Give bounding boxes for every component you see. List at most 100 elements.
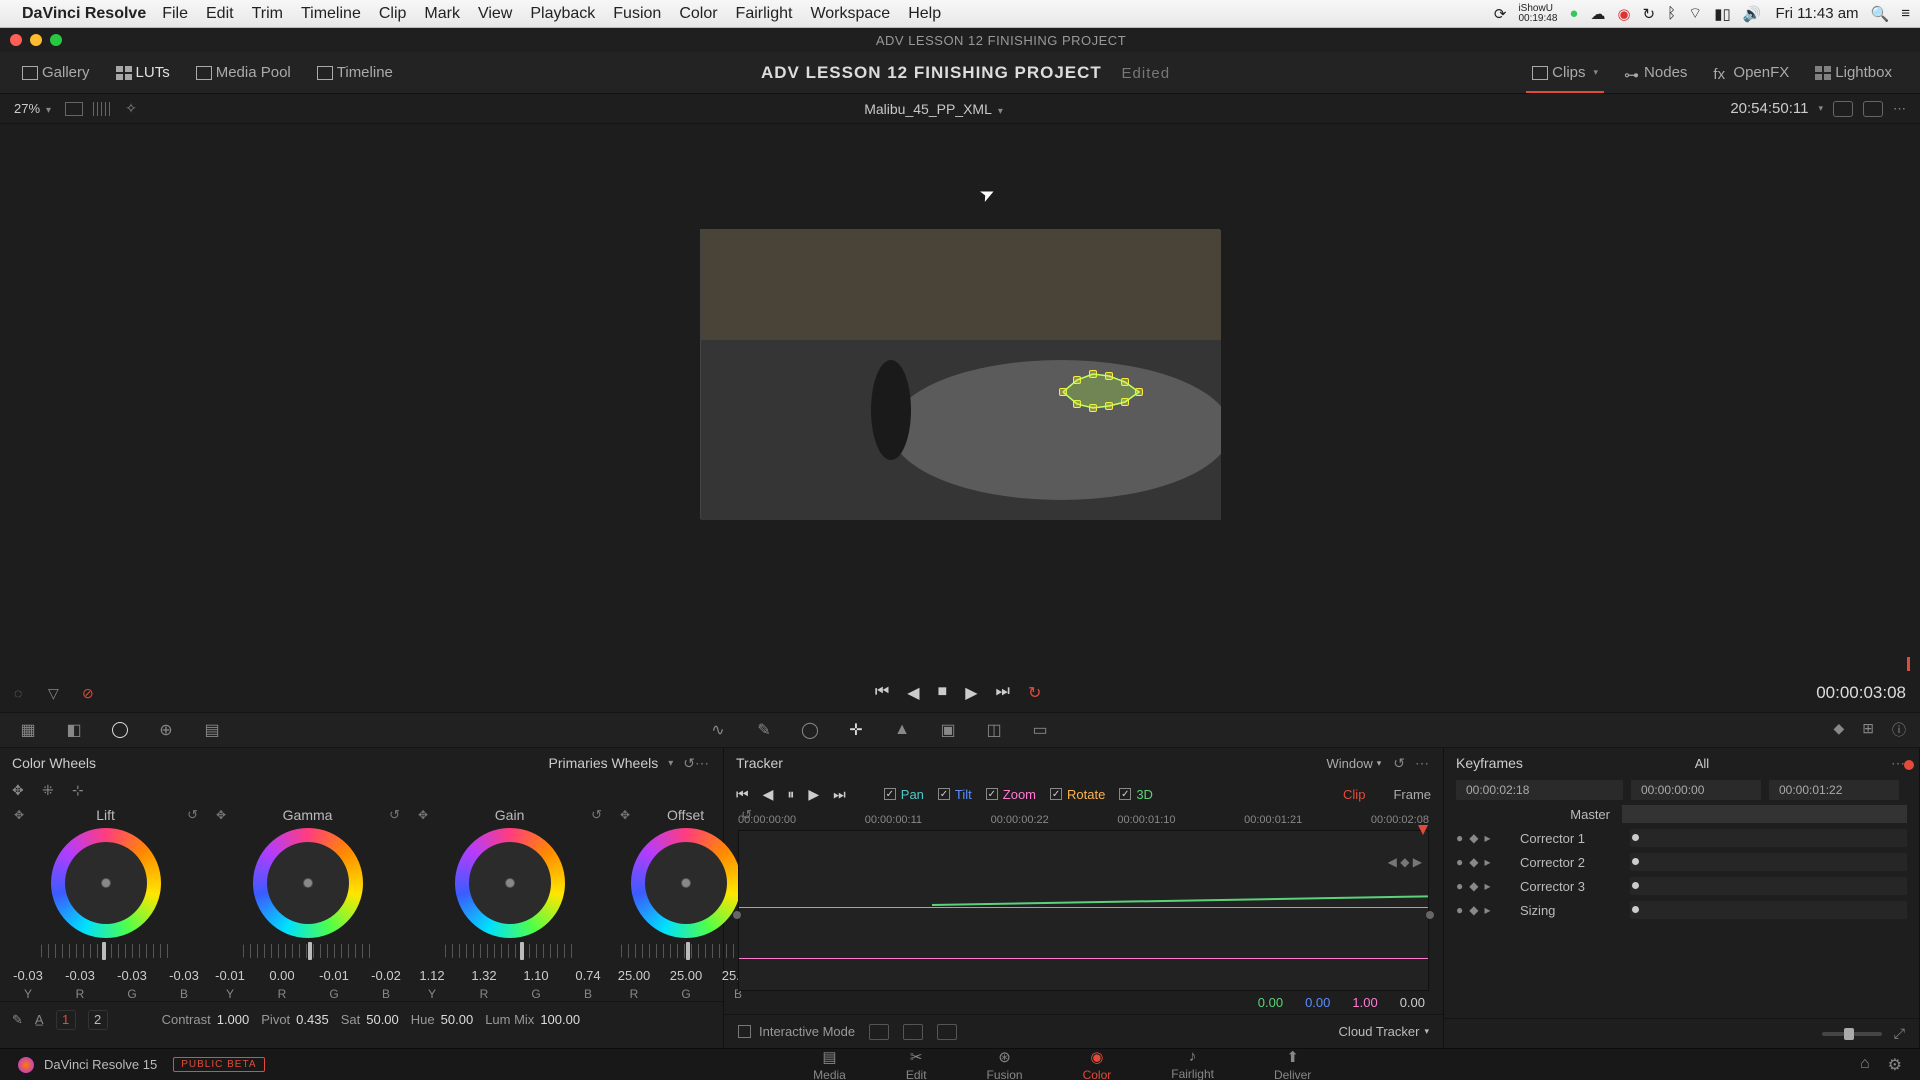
kf-row[interactable]: ●◆▸ Corrector 1 [1444, 826, 1919, 850]
kf-master-track[interactable] [1622, 805, 1907, 823]
kf-disclosure-icon[interactable]: ▸ [1484, 903, 1490, 917]
loop-button[interactable]: ↻ [1028, 683, 1041, 703]
motion-effects-palette-icon[interactable]: ▤ [198, 718, 226, 742]
color-match-palette-icon[interactable]: ◧ [60, 718, 88, 742]
wheel-reset-icon[interactable]: ↺ [591, 807, 602, 823]
split-screen-icon[interactable] [93, 102, 111, 116]
rotate-checkbox[interactable]: ✓Rotate [1050, 787, 1105, 802]
info-icon[interactable]: ⓘ [1892, 720, 1906, 740]
go-last-button[interactable]: ⏭ [996, 683, 1010, 703]
picker-black-icon[interactable]: ✥ [12, 782, 34, 800]
wheels-mode-dropdown[interactable]: Primaries Wheels [549, 755, 659, 771]
record-icon[interactable]: ◉ [1617, 5, 1630, 23]
clipname-dropdown[interactable]: Malibu_45_PP_XML▾ [137, 101, 1731, 117]
wheel-picker-icon[interactable]: ✥ [216, 808, 226, 822]
wifi-icon[interactable]: ⌔ [1688, 4, 1702, 23]
kf-enable-icon[interactable]: ◆ [1469, 831, 1478, 845]
tracker-clip-mode[interactable]: Clip [1343, 787, 1365, 802]
yrgb-readout[interactable]: -0.01Y 0.00R -0.01G -0.02B [210, 968, 406, 1001]
page-fusion[interactable]: ⊛Fusion [987, 1048, 1023, 1080]
track-forward-one-button[interactable]: ⏭ [833, 786, 846, 803]
window-close-button[interactable] [10, 34, 22, 46]
page-color[interactable]: ◉Color [1083, 1048, 1112, 1080]
color-wheel[interactable] [51, 828, 161, 938]
power-window-overlay[interactable] [1059, 370, 1149, 410]
kf-start-tc[interactable]: 00:00:00:00 [1631, 780, 1761, 800]
tracker-type-dropdown[interactable]: Cloud Tracker▾ [1339, 1024, 1429, 1039]
volume-icon[interactable]: 🔊 [1743, 5, 1762, 23]
kf-enable-icon[interactable]: ◆ [1469, 903, 1478, 917]
pick-white-icon[interactable]: A̲ [35, 1012, 44, 1027]
original-gamut-icon[interactable]: ▽ [48, 685, 66, 701]
wheel-picker-icon[interactable]: ✥ [418, 808, 428, 822]
insert-track-icon[interactable] [869, 1024, 889, 1040]
viewer-mode-icon[interactable] [1833, 101, 1853, 117]
recorder-app-icon[interactable]: iShowU 00:19:48 [1518, 4, 1557, 24]
menu-mark[interactable]: Mark [424, 5, 460, 23]
play-button[interactable]: ▶ [965, 683, 977, 703]
adjust-page-1[interactable]: 1 [56, 1010, 76, 1030]
clips-toggle[interactable]: Clips▾ [1522, 60, 1608, 85]
blur-palette-icon[interactable]: ▲ [888, 718, 916, 742]
kf-row-track[interactable] [1630, 877, 1907, 895]
openfx-toggle[interactable]: fxOpenFX [1703, 60, 1799, 85]
page-deliver[interactable]: ⬆Deliver [1274, 1048, 1311, 1080]
kf-row[interactable]: ●◆▸ Sizing [1444, 898, 1919, 922]
track-reverse-one-button[interactable]: ⏮ [736, 786, 749, 803]
master-slider[interactable] [445, 944, 575, 958]
home-button[interactable]: ⌂ [1860, 1055, 1870, 1075]
viewer-expand-icon[interactable] [1863, 101, 1883, 117]
menu-edit[interactable]: Edit [206, 5, 234, 23]
kf-disclosure-icon[interactable]: ▸ [1484, 879, 1490, 893]
kf-row[interactable]: ●◆▸ Corrector 2 [1444, 850, 1919, 874]
kf-lock-icon[interactable]: ● [1456, 831, 1463, 845]
viewer[interactable]: ➤ [0, 124, 1920, 654]
curves-palette-icon[interactable]: ∿ [704, 718, 732, 742]
viewer-zoom-dropdown[interactable]: 27%▾ [14, 101, 51, 116]
unmix-icon[interactable]: ⊘ [82, 685, 100, 701]
project-settings-button[interactable]: ⚙ [1888, 1055, 1902, 1075]
yrgb-readout[interactable]: -0.03Y -0.03R -0.03G -0.03B [8, 968, 204, 1001]
transport-timecode[interactable]: 00:00:03:08 [1816, 683, 1906, 703]
gallery-toggle[interactable]: Gallery [12, 60, 100, 85]
go-first-button[interactable]: ⏮ [875, 683, 889, 703]
cloud-icon[interactable]: ☁︎ [1590, 5, 1605, 23]
contrast-param[interactable]: Contrast1.000 [162, 1012, 250, 1027]
tracker-palette-icon[interactable]: ✛ [842, 718, 870, 742]
wheels-options-icon[interactable]: ⋯ [695, 755, 711, 772]
color-wheel[interactable] [455, 828, 565, 938]
wheels-reset-icon[interactable]: ↺ [683, 755, 695, 772]
mini-timeline[interactable] [0, 654, 1920, 674]
status-dot-green-icon[interactable]: ● [1569, 5, 1578, 22]
tracker-playhead[interactable] [1418, 825, 1428, 835]
tracker-options-icon[interactable]: ⋯ [1415, 755, 1431, 772]
luts-toggle[interactable]: LUTs [106, 60, 180, 85]
lightbox-toggle[interactable]: Lightbox [1805, 60, 1902, 85]
master-slider[interactable] [621, 944, 751, 958]
stop-button[interactable]: ■ [938, 683, 948, 703]
sat-param[interactable]: Sat50.00 [341, 1012, 399, 1027]
pivot-param[interactable]: Pivot0.435 [261, 1012, 328, 1027]
track-forward-button[interactable]: ▶ [808, 786, 819, 803]
auto-balance-icon[interactable]: ✎ [12, 1012, 23, 1028]
wheel-picker-icon[interactable]: ✥ [620, 808, 630, 822]
delete-track-icon[interactable] [937, 1024, 957, 1040]
bypass-grades-icon[interactable]: ◌ [14, 685, 32, 701]
stereo-palette-icon[interactable]: ▭ [1026, 718, 1054, 742]
rgb-mixer-palette-icon[interactable]: ⊕ [152, 718, 180, 742]
menu-view[interactable]: View [478, 5, 512, 23]
zoom-in-handle[interactable] [1426, 911, 1434, 919]
keyframes-filter-dropdown[interactable]: All [1695, 756, 1709, 771]
zoom-checkbox[interactable]: ✓Zoom [986, 787, 1036, 802]
keyframe-nav[interactable]: ◀ ◆ ▶ [1388, 855, 1422, 869]
page-edit[interactable]: ✂Edit [906, 1048, 927, 1080]
kf-lock-icon[interactable]: ● [1456, 903, 1463, 917]
kf-row-track[interactable] [1630, 853, 1907, 871]
kf-row[interactable]: ●◆▸ Corrector 3 [1444, 874, 1919, 898]
timeline-toggle[interactable]: Timeline [307, 60, 403, 85]
kf-disclosure-icon[interactable]: ▸ [1484, 831, 1490, 845]
window-maximize-button[interactable] [50, 34, 62, 46]
menu-color[interactable]: Color [679, 5, 717, 23]
image-wipe-icon[interactable] [65, 102, 83, 116]
app-name[interactable]: DaVinci Resolve [22, 5, 146, 23]
